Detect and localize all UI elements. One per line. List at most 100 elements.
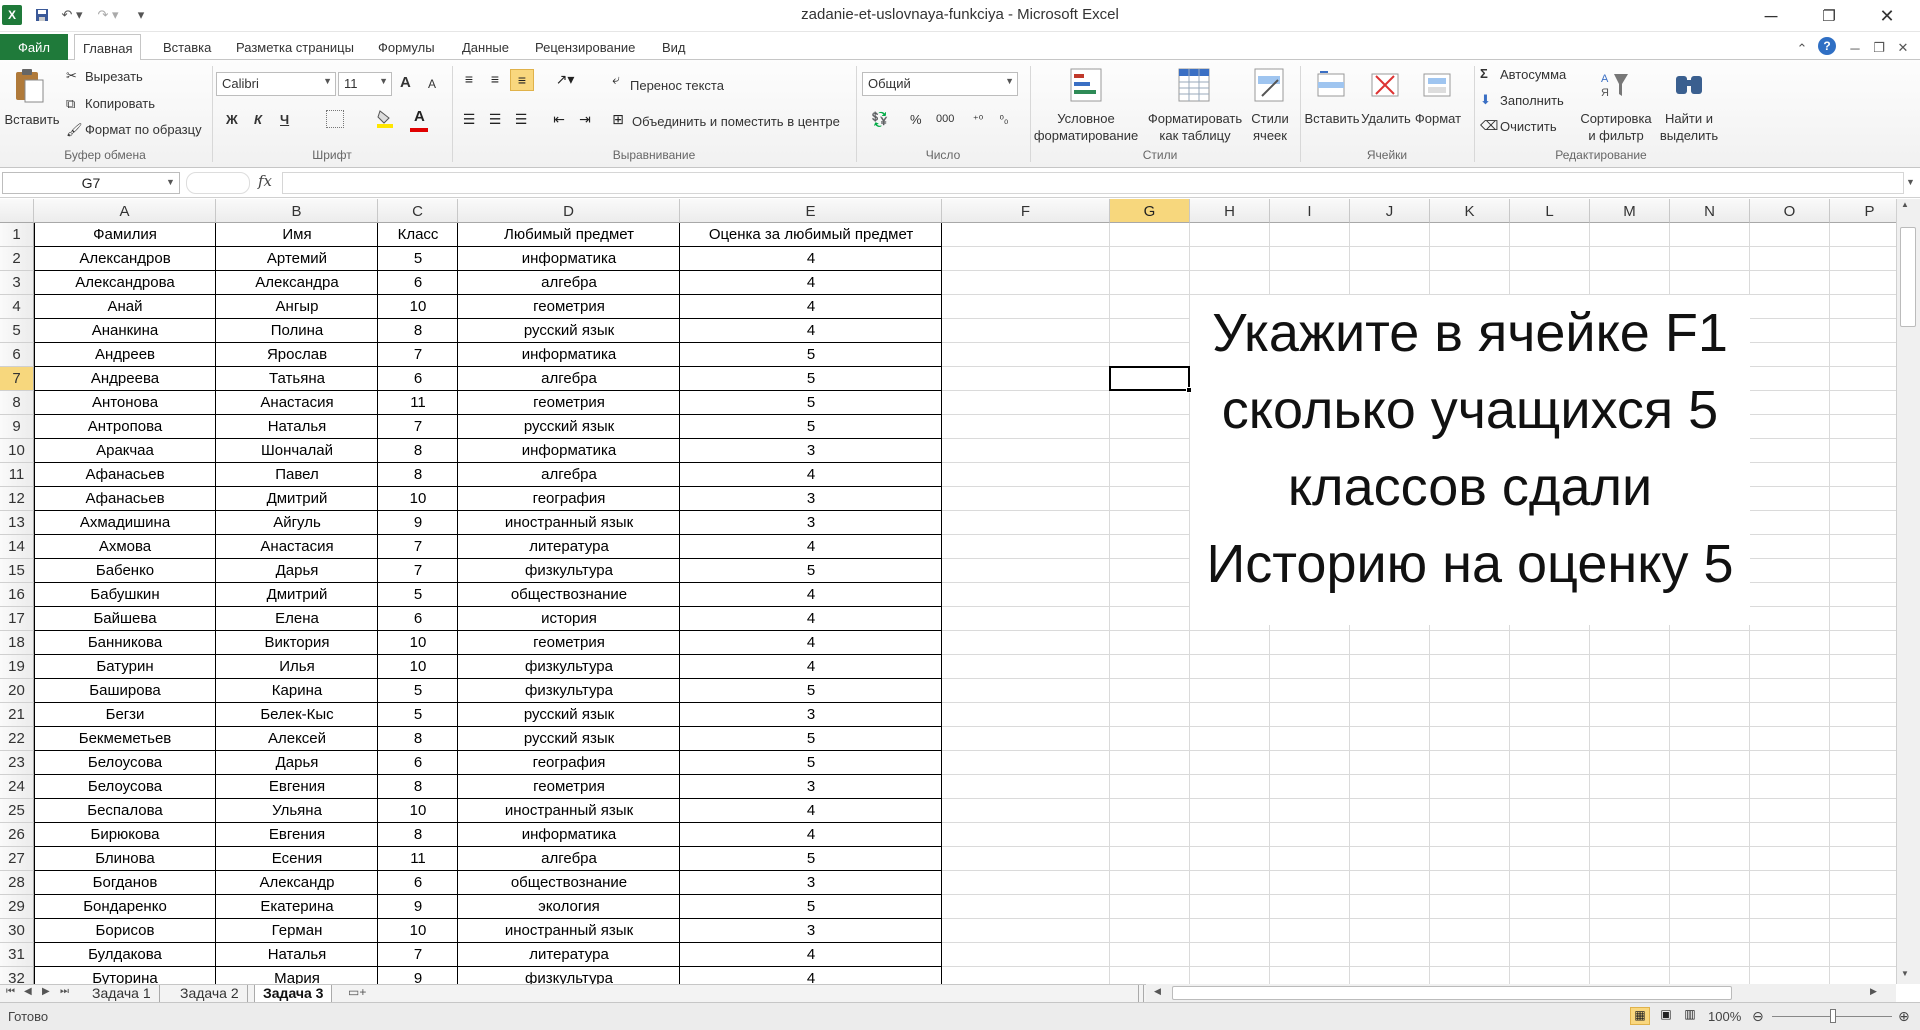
conditional-formatting-icon[interactable] <box>1070 68 1102 102</box>
row-header[interactable]: 32 <box>0 967 34 984</box>
table-cell[interactable]: 4 <box>680 631 942 655</box>
table-cell[interactable]: Антонова <box>34 391 216 415</box>
tab-review[interactable]: Рецензирование <box>527 37 643 59</box>
table-cell[interactable]: физкультура <box>458 967 680 984</box>
zoom-level[interactable]: 100% <box>1708 1009 1741 1024</box>
align-middle-icon[interactable]: ≡ <box>486 70 504 88</box>
table-cell[interactable]: Белоусова <box>34 775 216 799</box>
fill-button[interactable]: Заполнить <box>1500 93 1564 108</box>
row-header[interactable]: 11 <box>0 463 34 487</box>
table-cell[interactable]: 4 <box>680 463 942 487</box>
table-cell[interactable]: Есения <box>216 847 378 871</box>
sheet-tab[interactable]: Задача 2 <box>172 985 248 1003</box>
column-header-k[interactable]: K <box>1430 199 1510 223</box>
table-header-cell[interactable]: Класс <box>378 223 458 247</box>
font-color-button[interactable]: A <box>414 108 425 125</box>
align-top-icon[interactable]: ≡ <box>460 70 478 88</box>
table-cell[interactable]: география <box>458 487 680 511</box>
orientation-icon[interactable]: ↗▾ <box>550 70 580 88</box>
table-cell[interactable]: 5 <box>680 343 942 367</box>
next-sheet-icon[interactable]: ▶ <box>42 986 50 997</box>
table-cell[interactable]: Дмитрий <box>216 487 378 511</box>
fill-icon[interactable]: ⬇ <box>1480 92 1491 108</box>
table-cell[interactable]: 10 <box>378 631 458 655</box>
table-cell[interactable]: 10 <box>378 655 458 679</box>
table-cell[interactable]: 10 <box>378 799 458 823</box>
table-cell[interactable]: 5 <box>680 895 942 919</box>
row-header[interactable]: 7 <box>0 367 34 391</box>
table-cell[interactable]: 5 <box>680 559 942 583</box>
table-cell[interactable]: 5 <box>680 367 942 391</box>
table-cell[interactable]: Наталья <box>216 943 378 967</box>
table-cell[interactable]: 5 <box>378 583 458 607</box>
table-cell[interactable]: Бабенко <box>34 559 216 583</box>
tab-insert[interactable]: Вставка <box>155 37 219 59</box>
table-cell[interactable]: 3 <box>680 703 942 727</box>
table-cell[interactable]: литература <box>458 943 680 967</box>
table-cell[interactable]: Банникова <box>34 631 216 655</box>
page-layout-view-icon[interactable]: ▣ <box>1656 1007 1676 1025</box>
wrap-text-icon[interactable]: ⤶ <box>608 70 624 88</box>
format-painter-icon[interactable]: 🖌 <box>66 122 83 138</box>
table-cell[interactable]: Дарья <box>216 559 378 583</box>
tab-formulas[interactable]: Формулы <box>370 37 443 59</box>
row-header[interactable]: 15 <box>0 559 34 583</box>
table-cell[interactable]: Герман <box>216 919 378 943</box>
table-cell[interactable]: геометрия <box>458 391 680 415</box>
row-header[interactable]: 23 <box>0 751 34 775</box>
table-cell[interactable]: 4 <box>680 655 942 679</box>
table-cell[interactable]: 5 <box>680 415 942 439</box>
table-cell[interactable]: Бондаренко <box>34 895 216 919</box>
table-cell[interactable]: Елена <box>216 607 378 631</box>
align-right-icon[interactable]: ☰ <box>512 110 530 128</box>
table-cell[interactable]: Александрова <box>34 271 216 295</box>
column-header-b[interactable]: B <box>216 199 378 223</box>
tab-page-layout[interactable]: Разметка страницы <box>228 37 362 59</box>
row-header[interactable]: 14 <box>0 535 34 559</box>
table-cell[interactable]: Булдакова <box>34 943 216 967</box>
row-header[interactable]: 10 <box>0 439 34 463</box>
table-cell[interactable]: 4 <box>680 295 942 319</box>
fill-handle[interactable] <box>1186 387 1192 393</box>
table-cell[interactable]: иностранный язык <box>458 799 680 823</box>
table-cell[interactable]: алгебра <box>458 271 680 295</box>
thousands-button[interactable]: 000 <box>936 113 954 125</box>
table-cell[interactable]: Ульяна <box>216 799 378 823</box>
row-header[interactable]: 22 <box>0 727 34 751</box>
table-cell[interactable]: Афанасьев <box>34 487 216 511</box>
paste-icon[interactable] <box>13 68 45 104</box>
table-cell[interactable]: обществознание <box>458 871 680 895</box>
table-cell[interactable]: Илья <box>216 655 378 679</box>
close-button[interactable]: ✕ <box>1858 0 1916 32</box>
table-cell[interactable]: Ахмова <box>34 535 216 559</box>
page-break-view-icon[interactable]: ▥ <box>1680 1007 1700 1025</box>
zoom-slider-thumb[interactable] <box>1830 1009 1836 1023</box>
table-cell[interactable]: 3 <box>680 871 942 895</box>
format-painter-button[interactable]: Формат по образцу <box>85 122 202 137</box>
help-icon[interactable]: ? <box>1818 37 1836 55</box>
cut-icon[interactable]: ✂ <box>66 68 77 84</box>
table-cell[interactable]: Дарья <box>216 751 378 775</box>
cell-styles-icon[interactable] <box>1254 68 1284 102</box>
align-left-icon[interactable]: ☰ <box>460 110 478 128</box>
table-cell[interactable]: 7 <box>378 559 458 583</box>
conditional-formatting-button[interactable]: Условное форматирование <box>1026 110 1146 144</box>
sort-filter-icon[interactable]: АЯ <box>1600 68 1630 102</box>
collapse-ribbon-icon[interactable]: ⌃ <box>1795 39 1809 59</box>
copy-icon[interactable]: ⧉ <box>66 96 75 112</box>
row-header[interactable]: 4 <box>0 295 34 319</box>
table-cell[interactable]: Алексей <box>216 727 378 751</box>
table-cell[interactable]: 8 <box>378 823 458 847</box>
vertical-scrollbar[interactable]: ▲ ▼ <box>1896 199 1920 984</box>
table-cell[interactable]: Андреева <box>34 367 216 391</box>
column-header-m[interactable]: M <box>1590 199 1670 223</box>
table-header-cell[interactable]: Любимый предмет <box>458 223 680 247</box>
table-cell[interactable]: 3 <box>680 487 942 511</box>
align-bottom-icon[interactable]: ≡ <box>510 69 534 91</box>
column-header-j[interactable]: J <box>1350 199 1430 223</box>
table-cell[interactable]: алгебра <box>458 847 680 871</box>
zoom-out-icon[interactable]: ⊖ <box>1752 1008 1764 1025</box>
table-cell[interactable]: 5 <box>680 727 942 751</box>
wrap-text-button[interactable]: Перенос текста <box>630 78 724 93</box>
worksheet-grid[interactable]: ABCDEFGHIJKLMNOP 1 2 3 4 5 6 7 8 9 10 11 12 13 14 15 16… <box>0 199 1896 984</box>
